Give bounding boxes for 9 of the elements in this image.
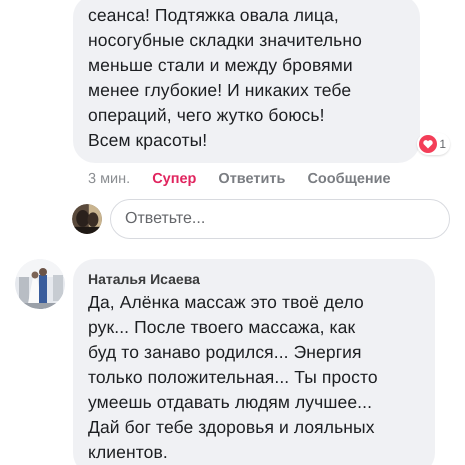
reply-link[interactable]: Ответить	[218, 171, 286, 187]
author-name: Наталья Исаева	[88, 271, 201, 287]
reply-field[interactable]: Ответьте...	[110, 199, 450, 239]
comment-time: 3 мин.	[88, 171, 130, 187]
comment-text: сеанса! Подтяжка овала лица, носогубные складки значительно меньше стали и между бровями менее глубокие! И никаких тебе операций, чего жутко боюсь! Всем красоты!	[88, 4, 363, 152]
reaction-count: 1	[439, 137, 446, 151]
message-link[interactable]: Сообщение	[307, 171, 391, 187]
comment-text: Да, Алёнка массаж это твоё дело рук... После твоего массажа, как буд то занаво родился... Энергия только положительная... Ты просто умеешь отдавать людям лучшее... Дай бог тебе здоровья и лояльных клиентов.	[88, 291, 379, 464]
reaction-link[interactable]: Супер	[152, 171, 196, 187]
